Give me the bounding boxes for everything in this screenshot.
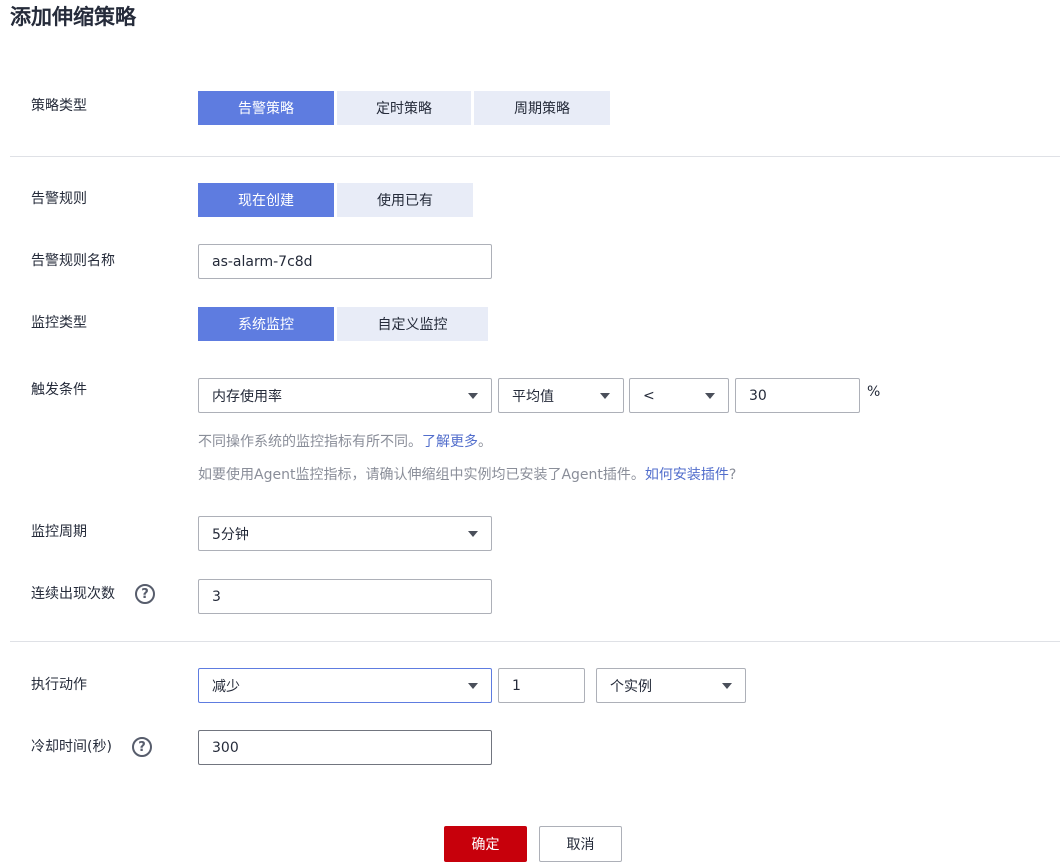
threshold-unit: %: [867, 384, 881, 400]
operator-select-value: <: [643, 387, 655, 404]
aggregation-select-value: 平均值: [512, 388, 554, 405]
aggregation-select[interactable]: 平均值: [498, 378, 624, 413]
divider: [10, 641, 1060, 642]
chevron-down-icon: [468, 392, 478, 399]
action-operation-select[interactable]: 减少: [198, 668, 492, 703]
action-count-value: 1: [512, 677, 521, 694]
monitor-period-label: 监控周期: [31, 524, 87, 540]
page-title: 添加伸缩策略: [10, 5, 136, 29]
metric-select[interactable]: 内存使用率: [198, 378, 492, 413]
install-plugin-link[interactable]: 如何安装插件: [645, 467, 729, 483]
trigger-hint-1: 不同操作系统的监控指标有所不同。了解更多。: [198, 432, 492, 452]
confirm-button[interactable]: 确定: [444, 826, 527, 862]
threshold-input[interactable]: 30: [735, 378, 860, 413]
cooldown-value: 300: [212, 739, 239, 756]
policy-type-label: 策略类型: [31, 98, 87, 114]
hint-end: ?: [728, 467, 737, 483]
monitor-period-select[interactable]: 5分钟: [198, 516, 492, 551]
action-unit-select[interactable]: 个实例: [596, 668, 746, 703]
consecutive-value: 3: [212, 588, 221, 605]
alarm-rule-name-label: 告警规则名称: [31, 253, 115, 269]
metric-select-value: 内存使用率: [212, 388, 282, 405]
chevron-down-icon: [468, 530, 478, 537]
consecutive-label: 连续出现次数: [31, 586, 115, 602]
action-unit-value: 个实例: [610, 678, 652, 695]
learn-more-link[interactable]: 了解更多: [422, 434, 478, 450]
hint-text: 如要使用Agent监控指标，请确认伸缩组中实例均已安装了Agent插件。: [198, 467, 645, 483]
chevron-down-icon: [600, 392, 610, 399]
divider: [10, 156, 1060, 157]
operator-select[interactable]: <: [629, 378, 729, 413]
cancel-button[interactable]: 取消: [539, 826, 622, 862]
alarm-rule-use-existing[interactable]: 使用已有: [337, 183, 473, 217]
policy-type-scheduled[interactable]: 定时策略: [337, 91, 471, 125]
action-label: 执行动作: [31, 677, 87, 693]
cooldown-label: 冷却时间(秒): [31, 739, 112, 755]
monitor-type-label: 监控类型: [31, 315, 87, 331]
chevron-down-icon: [722, 682, 732, 689]
hint-end: 。: [478, 434, 492, 450]
chevron-down-icon: [468, 682, 478, 689]
action-count-input[interactable]: 1: [498, 668, 585, 703]
policy-type-alarm[interactable]: 告警策略: [198, 91, 334, 125]
chevron-down-icon: [705, 392, 715, 399]
monitor-type-system[interactable]: 系统监控: [198, 307, 334, 341]
monitor-type-custom[interactable]: 自定义监控: [337, 307, 488, 341]
policy-type-periodic[interactable]: 周期策略: [474, 91, 610, 125]
alarm-rule-create-now[interactable]: 现在创建: [198, 183, 334, 217]
help-icon[interactable]: ?: [135, 584, 155, 604]
consecutive-input[interactable]: 3: [198, 579, 492, 614]
hint-text: 不同操作系统的监控指标有所不同。: [198, 434, 422, 450]
threshold-value: 30: [749, 387, 767, 404]
alarm-rule-name-input[interactable]: as-alarm-7c8d: [198, 244, 492, 279]
trigger-hint-2: 如要使用Agent监控指标，请确认伸缩组中实例均已安装了Agent插件。如何安装…: [198, 465, 736, 485]
monitor-period-value: 5分钟: [212, 526, 249, 543]
help-icon[interactable]: ?: [132, 737, 152, 757]
action-operation-value: 减少: [212, 678, 240, 695]
alarm-rule-name-value: as-alarm-7c8d: [212, 253, 313, 270]
alarm-rule-label: 告警规则: [31, 191, 87, 207]
cooldown-input[interactable]: 300: [198, 730, 492, 765]
trigger-label: 触发条件: [31, 382, 87, 398]
